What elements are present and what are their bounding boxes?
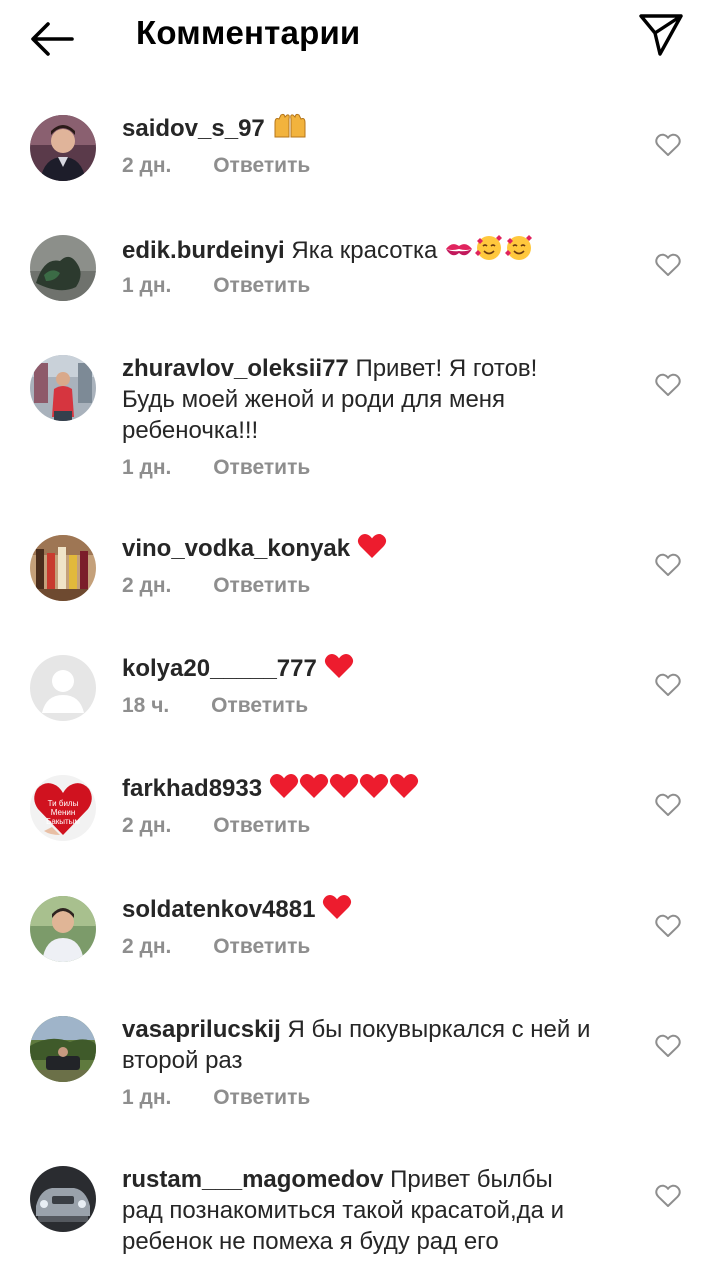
share-button[interactable] <box>636 12 686 58</box>
comment-meta: 1 дн. Ответить <box>122 274 310 298</box>
like-heart-icon[interactable] <box>655 373 681 397</box>
back-button[interactable] <box>28 18 78 60</box>
comment-meta: 2 дн. Ответить <box>122 574 310 598</box>
comment-time: 2 дн. <box>122 935 172 958</box>
reply-button[interactable]: Ответить <box>213 574 310 597</box>
avatar-caption: Ти билы Менин Бакытым <box>46 799 80 826</box>
comment-meta: 2 дн. Ответить <box>122 154 310 178</box>
comment-meta: 1 дн. Ответить <box>122 1086 310 1110</box>
like-heart-icon[interactable] <box>655 1184 681 1208</box>
comment-body: Яка красотка <box>291 237 438 264</box>
comment-username[interactable]: soldatenkov4881 <box>122 896 315 923</box>
red-heart-icon <box>269 773 299 807</box>
reply-button[interactable]: Ответить <box>213 456 310 479</box>
raising-hands-icon <box>271 113 309 147</box>
comments-list: saidov_s_97 2 дн. Ответить edik.burdeiny… <box>0 0 721 1280</box>
comment-text: vino_vodka_konyak <box>122 533 592 567</box>
avatar[interactable] <box>30 655 96 721</box>
comment-text: vasaprilucskij Я бы покувыркался с ней и… <box>122 1014 592 1076</box>
arrow-left-icon <box>31 22 74 56</box>
kiss-mark-icon <box>444 237 474 269</box>
avatar[interactable] <box>30 235 96 301</box>
red-heart-icon <box>389 773 419 807</box>
comment-time: 1 дн. <box>122 1086 172 1109</box>
like-heart-icon[interactable] <box>655 253 681 277</box>
comment-meta: 1 дн. Ответить <box>122 456 310 480</box>
avatar[interactable] <box>30 1016 96 1082</box>
like-heart-icon[interactable] <box>655 133 681 157</box>
comment-username[interactable]: zhuravlov_oleksii77 <box>122 355 349 382</box>
like-heart-icon[interactable] <box>655 914 681 938</box>
reply-button[interactable]: Ответить <box>213 935 310 958</box>
comment-username[interactable]: farkhad8933 <box>122 775 262 802</box>
reply-button[interactable]: Ответить <box>213 274 310 297</box>
comment-text: edik.burdeinyi Яка красотка <box>122 233 592 269</box>
comment-time: 2 дн. <box>122 574 172 597</box>
comment-time: 18 ч. <box>122 694 170 717</box>
comment-username[interactable]: saidov_s_97 <box>122 115 265 142</box>
comment-text: kolya20_____777 <box>122 653 592 687</box>
like-heart-icon[interactable] <box>655 553 681 577</box>
like-heart-icon[interactable] <box>655 793 681 817</box>
comment-text: soldatenkov4881 <box>122 894 592 928</box>
avatar[interactable] <box>30 1166 96 1232</box>
avatar[interactable] <box>30 115 96 181</box>
comment-username[interactable]: edik.burdeinyi <box>122 237 285 264</box>
comment-meta: 18 ч. Ответить <box>122 694 308 718</box>
paper-plane-icon <box>639 14 683 56</box>
red-heart-icon <box>359 773 389 807</box>
reply-button[interactable]: Ответить <box>211 694 308 717</box>
comment-username[interactable]: vino_vodka_konyak <box>122 535 350 562</box>
comment-text: saidov_s_97 <box>122 113 592 147</box>
reply-button[interactable]: Ответить <box>213 814 310 837</box>
comment-text: rustam___magomedov Привет былбы рад позн… <box>122 1164 592 1257</box>
page-title: Комментарии <box>136 14 361 51</box>
comment-time: 2 дн. <box>122 814 172 837</box>
avatar[interactable]: Ти билы Менин Бакытым <box>30 775 96 841</box>
comment-text: farkhad8933 <box>122 773 592 807</box>
top-bar: Комментарии <box>0 0 721 78</box>
like-heart-icon[interactable] <box>655 673 681 697</box>
avatar[interactable] <box>30 535 96 601</box>
comment-username[interactable]: vasaprilucskij <box>122 1016 281 1043</box>
comment-time: 1 дн. <box>122 274 172 297</box>
red-heart-icon <box>299 773 329 807</box>
smiling-face-with-hearts-icon <box>474 233 504 269</box>
comment-meta: 2 дн. Ответить <box>122 814 310 838</box>
comment-username[interactable]: kolya20_____777 <box>122 655 317 682</box>
comment-text: zhuravlov_oleksii77 Привет! Я готов! Буд… <box>122 353 592 446</box>
red-heart-icon <box>324 653 354 687</box>
smiling-face-with-hearts-icon <box>504 233 534 269</box>
red-heart-icon <box>357 533 387 567</box>
like-heart-icon[interactable] <box>655 1034 681 1058</box>
reply-button[interactable]: Ответить <box>213 154 310 177</box>
comment-username[interactable]: rustam___magomedov <box>122 1166 383 1193</box>
avatar[interactable] <box>30 896 96 962</box>
red-heart-icon <box>322 894 352 928</box>
comment-time: 1 дн. <box>122 456 172 479</box>
avatar[interactable] <box>30 355 96 421</box>
reply-button[interactable]: Ответить <box>213 1086 310 1109</box>
red-heart-icon <box>329 773 359 807</box>
comment-meta: 2 дн. Ответить <box>122 935 310 959</box>
comment-time: 2 дн. <box>122 154 172 177</box>
